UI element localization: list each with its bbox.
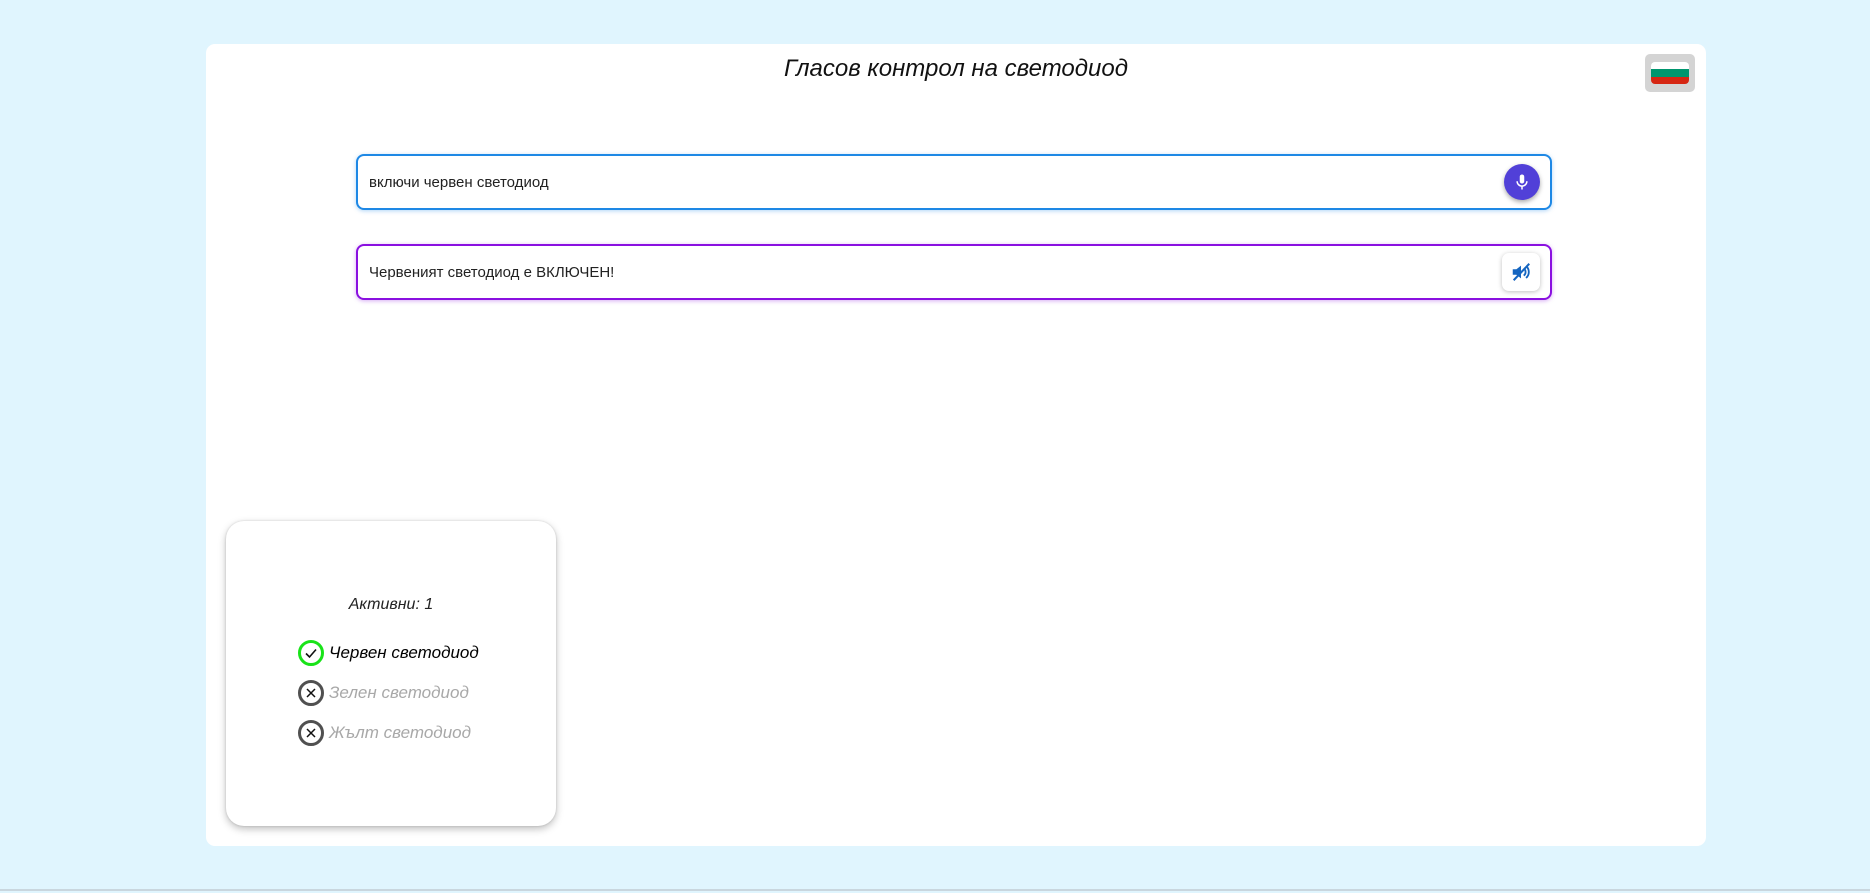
led-label: Червен светодиод: [329, 643, 479, 662]
bulgarian-flag-icon: [1651, 62, 1689, 84]
page-title: Гласов контрол на светодиод: [783, 55, 1128, 82]
language-switch-button[interactable]: [1645, 54, 1695, 92]
microphone-button[interactable]: [1504, 164, 1540, 200]
led-label: Жълт светодиод: [329, 723, 472, 742]
close-icon: [298, 720, 324, 746]
command-field[interactable]: включи червен светодиод: [356, 154, 1552, 210]
led-status-panel: Активни: 1 Червен светодиод Зелен светод…: [226, 521, 556, 826]
active-count: Активни: 1: [348, 596, 434, 613]
response-field: Червеният светодиод е ВКЛЮЧЕН!: [356, 244, 1552, 300]
led-list: Червен светодиод Зелен светодиод Жълт св…: [298, 638, 479, 758]
command-input[interactable]: включи червен светодиод: [358, 156, 1504, 208]
led-item-red: Червен светодиод: [298, 638, 479, 668]
close-icon: [298, 680, 324, 706]
led-label: Зелен светодиод: [329, 683, 469, 702]
led-item-yellow: Жълт светодиод: [298, 718, 479, 748]
mute-button[interactable]: [1502, 253, 1540, 291]
microphone-icon: [1516, 174, 1528, 190]
speaker-muted-icon: [1512, 263, 1530, 281]
main-card: Гласов контрол на светодиод включи черве…: [206, 44, 1706, 846]
led-item-green: Зелен светодиод: [298, 678, 479, 708]
bottom-divider: [0, 889, 1870, 891]
response-output: Червеният светодиод е ВКЛЮЧЕН!: [369, 263, 615, 281]
check-icon: [298, 640, 324, 666]
